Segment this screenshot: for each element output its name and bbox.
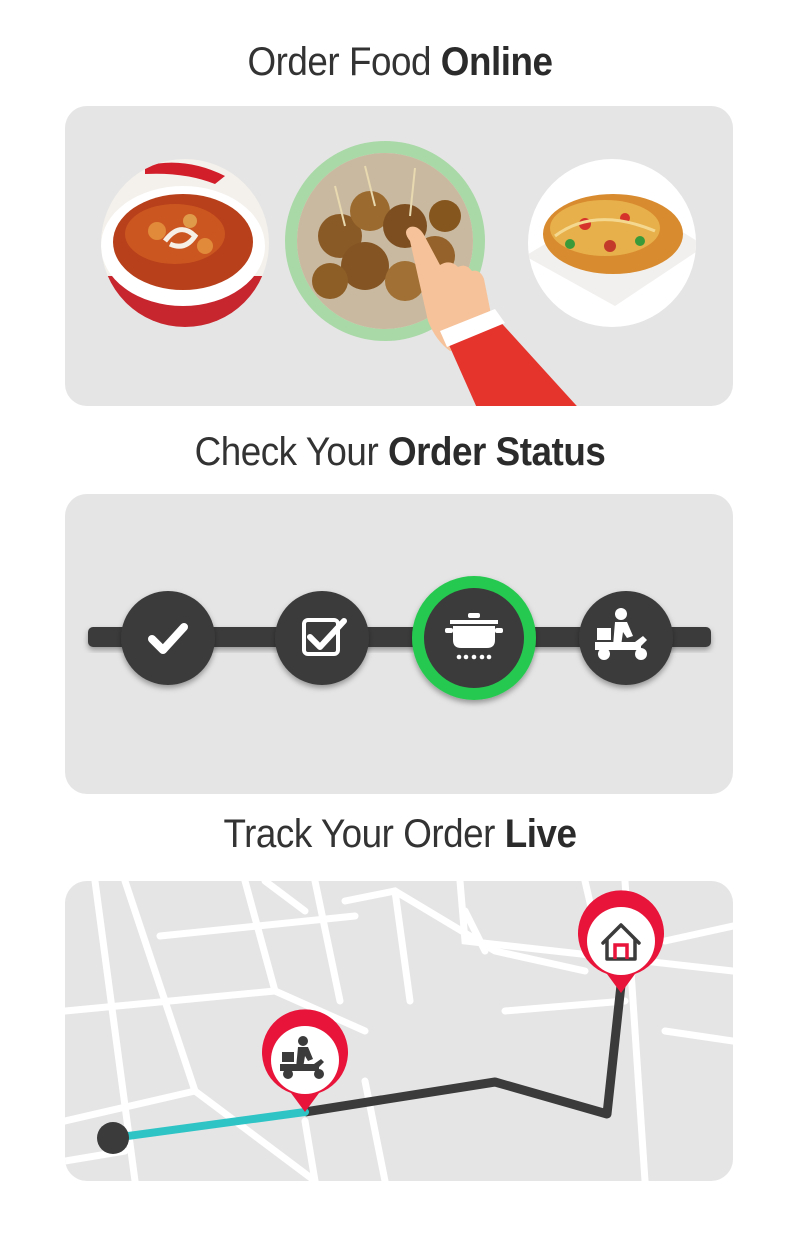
rider-location-pin[interactable] [261,1009,348,1112]
origin-marker [97,1122,129,1154]
heading-check-order-status: Check Your Order Status [32,430,768,475]
status-step-cooking [412,576,536,700]
heading-bold: Live [504,812,577,856]
heading-order-food-online: Order Food Online [32,40,768,85]
home-destination-pin[interactable] [578,890,664,993]
food-selection-card [65,106,733,406]
food-item-curry[interactable] [95,159,275,336]
food-item-chaat[interactable] [525,159,705,327]
heading-plain: Order Food [247,40,441,84]
status-step-delivery [579,591,673,685]
heading-plain: Track Your Order [223,812,505,856]
status-step-confirmed [121,591,215,685]
live-tracking-map[interactable] [65,881,733,1181]
status-step-accepted [275,591,369,685]
heading-bold: Online [440,40,553,84]
route-completed [109,1108,309,1142]
heading-bold: Order Status [387,430,606,474]
heading-track-order-live: Track Your Order Live [32,812,768,857]
heading-plain: Check Your [194,430,388,474]
order-status-card [65,494,733,794]
